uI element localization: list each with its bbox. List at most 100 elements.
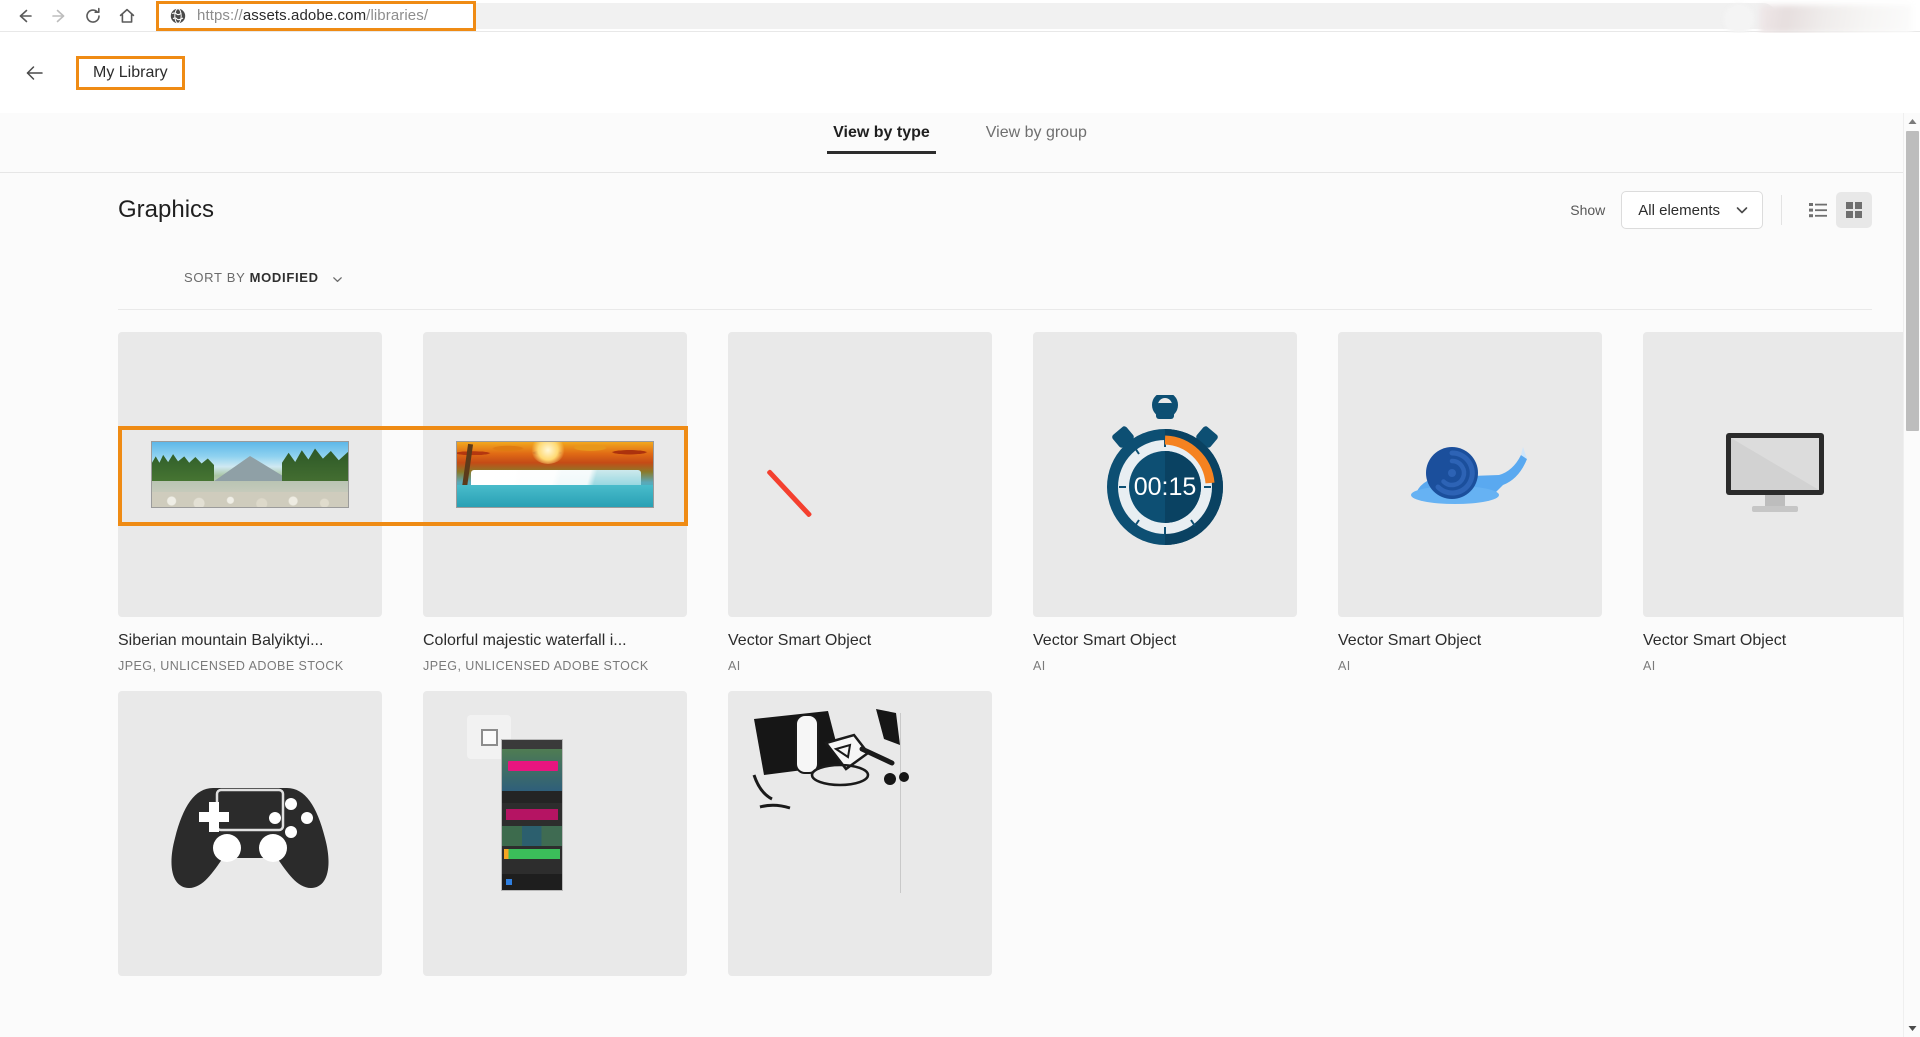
back-arrow-icon <box>19 9 32 22</box>
section-header-controls: Show All elements <box>1570 191 1872 229</box>
turquoise-pool-shape <box>457 485 653 507</box>
asset-grid-area: Siberian mountain Balyiktyi... JPEG, UNL… <box>0 310 1920 1000</box>
waterfall-photo-image <box>456 441 654 508</box>
red-diagonal-stroke-graphic <box>770 469 826 525</box>
asset-card[interactable]: Siberian mountain Balyiktyi... JPEG, UNL… <box>118 332 382 673</box>
show-filter-select[interactable]: All elements <box>1621 191 1763 229</box>
asset-meta: AI <box>1643 659 1656 673</box>
checkbox-icon[interactable] <box>480 728 498 746</box>
asset-card[interactable] <box>423 691 687 1000</box>
reload-icon <box>86 7 100 23</box>
browser-home-button[interactable] <box>110 0 144 32</box>
sort-by-prefix: SORT BY <box>184 270 246 286</box>
tab-view-by-type[interactable]: View by type <box>827 124 936 154</box>
address-bar-highlight[interactable]: https://assets.adobe.com/libraries/ <box>156 0 476 31</box>
app-hero-image-shape <box>502 749 562 791</box>
url-domain: assets.adobe.com <box>242 7 367 24</box>
scrollbar-down-arrow[interactable] <box>1904 1020 1920 1037</box>
tab-view-by-group[interactable]: View by group <box>980 124 1093 154</box>
address-bar-container: https://assets.adobe.com/libraries/ <box>156 0 1912 34</box>
asset-thumbnail[interactable] <box>1643 332 1907 617</box>
forward-arrow-icon <box>52 9 65 22</box>
asset-thumbnail[interactable] <box>728 332 992 617</box>
profile-avatar[interactable] <box>1724 3 1754 34</box>
chevron-down-icon <box>333 276 342 282</box>
asset-thumbnail[interactable] <box>1338 332 1602 617</box>
header-back-button[interactable] <box>20 58 50 88</box>
page-title: Graphics <box>118 196 215 223</box>
asset-card[interactable]: Vector Smart Object AI <box>1643 332 1907 673</box>
asset-thumbnail[interactable]: 00:15 <box>1033 332 1297 617</box>
app-header: My Library <box>0 33 1920 113</box>
my-library-button[interactable]: My Library <box>76 56 185 90</box>
app-tabbar-shape <box>502 874 562 890</box>
asset-thumbnail[interactable] <box>423 691 687 976</box>
asset-meta: AI <box>1033 659 1046 673</box>
asset-card[interactable]: Vector Smart Object AI <box>1338 332 1602 673</box>
asset-thumbnail[interactable] <box>118 691 382 976</box>
asset-card[interactable]: Vector Smart Object AI <box>728 332 992 673</box>
philippines-trip-banner-shape <box>508 761 558 771</box>
chevron-up-icon <box>1908 119 1917 124</box>
asset-thumbnail[interactable] <box>728 691 992 976</box>
asset-title: Vector Smart Object <box>1338 632 1482 649</box>
asset-card[interactable]: Colorful majestic waterfall i... JPEG, U… <box>423 332 687 673</box>
my-library-label: My Library <box>93 64 168 81</box>
asset-title: Colorful majestic waterfall i... <box>423 632 627 649</box>
asset-title: Vector Smart Object <box>728 632 872 649</box>
scrollbar-up-arrow[interactable] <box>1904 113 1920 130</box>
app-toolbar-shape <box>502 740 562 749</box>
mobile-app-screenshot-image <box>501 739 563 891</box>
toolbar-divider <box>1781 195 1782 225</box>
asset-meta: JPEG, UNLICENSED ADOBE STOCK <box>423 659 649 673</box>
home-icon <box>119 8 135 23</box>
riverbed-rocks-shape <box>152 492 348 507</box>
asset-card[interactable]: 00:15 Vector Smart Object AI <box>1033 332 1297 673</box>
browser-back-button[interactable] <box>8 0 42 32</box>
main-content: View by type View by group Graphics Show… <box>0 113 1920 1037</box>
sort-by-value: MODIFIED <box>249 270 319 286</box>
app-filmstrip-shape <box>502 826 562 846</box>
asset-title: Vector Smart Object <box>1033 632 1177 649</box>
grid-view-button[interactable] <box>1836 192 1872 228</box>
view-tabs: View by type View by group <box>0 113 1920 173</box>
url-path: /libraries/ <box>366 7 429 24</box>
app-controls-shape <box>502 791 562 803</box>
show-label: Show <box>1570 202 1606 218</box>
line-art-sketch-image <box>752 709 909 810</box>
asset-card[interactable] <box>118 691 382 1000</box>
asset-thumbnail[interactable] <box>423 332 687 617</box>
tab-view-by-group-label: View by group <box>985 124 1087 141</box>
asset-title: Vector Smart Object <box>1643 632 1787 649</box>
snail-icon <box>1411 446 1527 504</box>
list-view-button[interactable] <box>1800 192 1836 228</box>
chevron-down-icon <box>1908 1026 1917 1031</box>
redacted-toolbar-region <box>1760 4 1912 33</box>
browser-forward-button[interactable] <box>42 0 76 32</box>
app-timeline-clip-shape <box>504 849 560 859</box>
url-scheme: https:// <box>197 7 243 24</box>
back-arrow-icon <box>26 66 43 80</box>
globe-icon <box>170 7 186 24</box>
asset-title: Siberian mountain Balyiktyi... <box>118 632 324 649</box>
list-view-icon <box>1809 203 1827 218</box>
asset-card[interactable] <box>728 691 992 1000</box>
grid-view-icon <box>1846 202 1862 218</box>
tab-view-by-type-label: View by type <box>833 124 930 141</box>
scrollbar-thumb[interactable] <box>1906 131 1919 431</box>
stopwatch-icon: 00:15 <box>1107 394 1223 545</box>
sort-by-control[interactable]: SORT BY MODIFIED <box>184 270 344 285</box>
address-bar-url: https://assets.adobe.com/libraries/ <box>197 7 428 24</box>
asset-meta: AI <box>1338 659 1351 673</box>
browser-toolbar: https://assets.adobe.com/libraries/ <box>0 0 1920 34</box>
stopwatch-timer-text: 00:15 <box>1134 473 1197 501</box>
page-scrollbar[interactable] <box>1903 113 1920 1037</box>
chevron-down-icon <box>1736 207 1748 214</box>
browser-reload-button[interactable] <box>76 0 110 32</box>
asset-meta: JPEG, UNLICENSED ADOBE STOCK <box>118 659 344 673</box>
asset-grid: Siberian mountain Balyiktyi... JPEG, UNL… <box>118 332 1907 1000</box>
show-filter-value: All elements <box>1638 201 1720 219</box>
gamepad-icon <box>171 787 329 888</box>
monitor-icon <box>1726 432 1824 512</box>
asset-thumbnail[interactable] <box>118 332 382 617</box>
